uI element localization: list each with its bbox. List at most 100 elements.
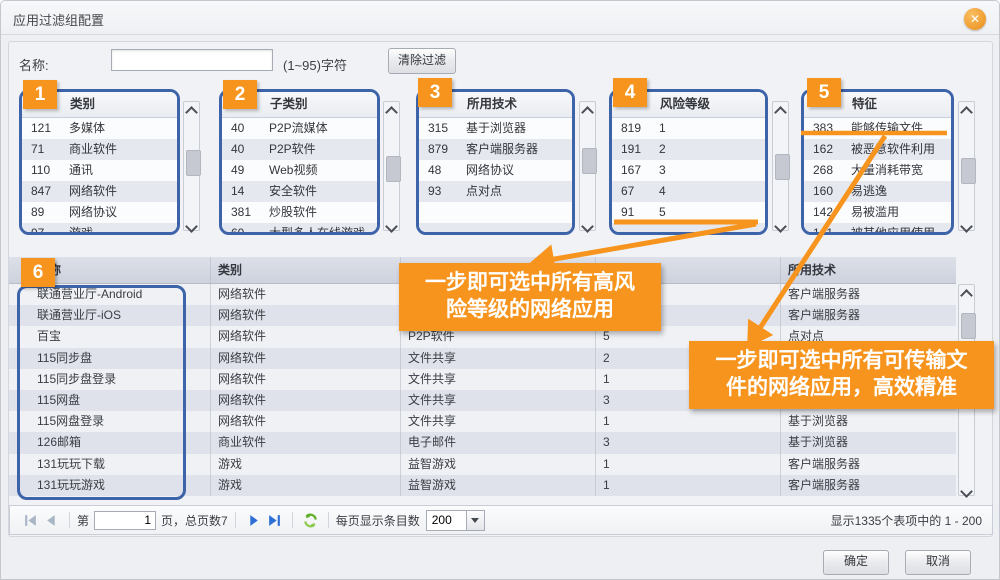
cell-name: 115网盘	[9, 390, 211, 411]
scrollbar-thumb[interactable]	[386, 156, 401, 182]
list-item[interactable]: 142易被滥用	[804, 202, 951, 223]
list-item[interactable]: 49Web视频	[222, 160, 377, 181]
list-item[interactable]: 915	[612, 202, 765, 223]
scrollbar-track[interactable]	[774, 124, 787, 220]
dropdown-arrow-icon[interactable]	[467, 510, 485, 531]
scroll-up-arrow[interactable]	[959, 291, 974, 307]
list-item[interactable]: 847网络软件	[22, 181, 177, 202]
scroll-up-arrow[interactable]	[384, 108, 399, 124]
cell-risk: 1	[596, 454, 781, 475]
scrollbar-track[interactable]	[960, 124, 973, 220]
scrollbar-track[interactable]	[385, 124, 398, 220]
list-item[interactable]: 160易逃逸	[804, 181, 951, 202]
scrollbar-thumb[interactable]	[186, 150, 201, 176]
close-icon[interactable]: ✕	[964, 8, 986, 30]
list-item[interactable]: 674	[612, 181, 765, 202]
list-item[interactable]: 110通讯	[22, 160, 177, 181]
item-count: 40	[222, 139, 269, 160]
scroll-down-arrow[interactable]	[773, 222, 788, 238]
scroll-down-arrow[interactable]	[959, 487, 974, 503]
list-item[interactable]: 268大量消耗带宽	[804, 160, 951, 181]
scrollbar-track[interactable]	[185, 124, 198, 220]
list-item[interactable]: 879客户端服务器	[419, 139, 572, 160]
item-count: 268	[804, 160, 851, 181]
scroll-down-arrow[interactable]	[959, 222, 974, 238]
list-item[interactable]: 40P2P流媒体	[222, 118, 377, 139]
list-item[interactable]: 93点对点	[419, 181, 572, 202]
scrollbar-thumb[interactable]	[961, 313, 976, 339]
list-item[interactable]: 71商业软件	[22, 139, 177, 160]
chevron-down-icon	[774, 220, 787, 233]
list-item[interactable]: 121多媒体	[22, 118, 177, 139]
scrollbar-thumb[interactable]	[775, 154, 790, 180]
list-item[interactable]: 161被其他应用使用	[804, 223, 951, 235]
step-badge-4: 4	[613, 78, 647, 107]
column-header-category[interactable]: 类别	[211, 257, 401, 283]
list-item[interactable]: 14安全软件	[222, 181, 377, 202]
item-label: 网络软件	[69, 184, 117, 198]
item-count: 121	[22, 118, 69, 139]
scroll-up-arrow[interactable]	[580, 108, 595, 124]
item-label: 4	[659, 184, 666, 198]
list-item[interactable]: 1673	[612, 160, 765, 181]
scrollbar-thumb[interactable]	[961, 158, 976, 184]
item-label: 客户端服务器	[466, 142, 538, 156]
scroll-up-arrow[interactable]	[184, 108, 199, 124]
list-item[interactable]: 8191	[612, 118, 765, 139]
list-item[interactable]: 48网络协议	[419, 160, 572, 181]
separator	[328, 512, 329, 528]
item-label: P2P流媒体	[269, 121, 328, 135]
list-item[interactable]: 97游戏	[22, 223, 177, 235]
item-count: 110	[22, 160, 69, 181]
page-number-input[interactable]	[94, 511, 156, 530]
cancel-button[interactable]: 取消	[905, 550, 971, 575]
per-page-label: 每页显示条目数	[336, 512, 420, 529]
column-header-technology[interactable]: 所用技术	[781, 257, 956, 283]
scroll-up-arrow[interactable]	[773, 108, 788, 124]
panel-category: 类别 121多媒体 71商业软件 110通讯 847网络软件 89网络协议 97…	[19, 89, 180, 235]
list-item[interactable]: 381炒股软件	[222, 202, 377, 223]
cell-category: 网络软件	[211, 326, 401, 347]
ok-button[interactable]: 确定	[823, 550, 889, 575]
table-row[interactable]: 115网盘登录网络软件文件共享1基于浏览器	[9, 411, 956, 432]
cell-subcategory: 文件共享	[401, 390, 596, 411]
feature-callout-line1: 一步即可选中所有可传输文	[689, 347, 994, 374]
chevron-down-icon	[385, 220, 398, 233]
cell-category: 网络软件	[211, 390, 401, 411]
cell-technology: 客户端服务器	[781, 475, 956, 496]
app-filter-group-dialog: 应用过滤组配置 ✕ 名称: (1~95)字符 清除过滤 类别 121多媒体 71…	[0, 0, 1000, 580]
scroll-down-arrow[interactable]	[580, 222, 595, 238]
risk-callout-line2: 险等级的网络应用	[399, 296, 661, 323]
previous-page-icon[interactable]	[44, 513, 59, 528]
item-count: 69	[222, 223, 269, 235]
risk-callout-line1: 一步即可选中所有高风	[399, 269, 661, 296]
cell-name: 115同步盘	[9, 348, 211, 369]
list-item[interactable]: 1912	[612, 139, 765, 160]
item-count: 383	[804, 118, 851, 139]
name-input[interactable]	[111, 49, 273, 71]
list-item[interactable]: 383能够传输文件	[804, 118, 951, 139]
table-row[interactable]: 131玩玩下载游戏益智游戏1客户端服务器	[9, 454, 956, 475]
scroll-down-arrow[interactable]	[384, 222, 399, 238]
item-label: 5	[659, 205, 666, 219]
scrollbar-thumb[interactable]	[582, 148, 597, 174]
scroll-down-arrow[interactable]	[184, 222, 199, 238]
name-length-hint: (1~95)字符	[283, 55, 347, 74]
scroll-up-arrow[interactable]	[959, 108, 974, 124]
scrollbar-track[interactable]	[581, 124, 594, 220]
per-page-select[interactable]: 200	[426, 510, 485, 531]
step-badge-6: 6	[21, 258, 55, 287]
list-item[interactable]: 40P2P软件	[222, 139, 377, 160]
last-page-icon[interactable]	[267, 513, 282, 528]
refresh-icon[interactable]	[303, 513, 318, 528]
table-row[interactable]: 126邮箱商业软件电子邮件3基于浏览器	[9, 432, 956, 453]
next-page-icon[interactable]	[246, 513, 261, 528]
first-page-icon[interactable]	[23, 513, 38, 528]
list-item[interactable]: 315基于浏览器	[419, 118, 572, 139]
table-row[interactable]: 131玩玩游戏游戏益智游戏1客户端服务器	[9, 475, 956, 496]
panel-risk-level: 风险等级 8191 1912 1673 674 915	[609, 89, 768, 235]
list-item[interactable]: 89网络协议	[22, 202, 177, 223]
list-item[interactable]: 162被恶意软件利用	[804, 139, 951, 160]
clear-filter-button[interactable]: 清除过滤	[388, 48, 456, 74]
list-item[interactable]: 69大型多人在线游戏	[222, 223, 377, 235]
